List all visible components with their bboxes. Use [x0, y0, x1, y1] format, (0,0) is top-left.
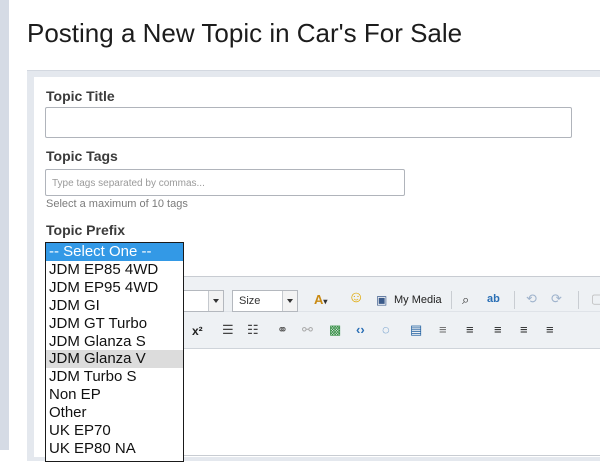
prefix-option[interactable]: -- Select One -- — [46, 243, 183, 261]
find-icon[interactable]: ⌕ — [462, 293, 469, 307]
prefix-option[interactable]: JDM EP95 4WD — [46, 279, 183, 297]
undo-icon[interactable]: ⟲ — [526, 292, 537, 306]
image-icon[interactable]: ▩ — [329, 323, 341, 337]
prefix-option[interactable]: UK EP80 NA — [46, 440, 183, 458]
prefix-option[interactable]: JDM GI — [46, 297, 183, 315]
prefix-option[interactable]: JDM EP85 4WD — [46, 261, 183, 279]
link-icon[interactable]: ⚭ — [277, 323, 288, 337]
font-color-icon[interactable]: A▾ — [314, 293, 327, 309]
size-combo-label: Size — [239, 295, 261, 307]
size-combo[interactable]: Size — [232, 290, 298, 312]
align-right-icon[interactable]: ≡ — [546, 323, 554, 337]
align-left-icon[interactable]: ≡ — [494, 323, 502, 337]
toolbar-separator — [514, 291, 515, 309]
topic-prefix-label: Topic Prefix — [46, 222, 126, 238]
prefix-option[interactable]: Other — [46, 404, 183, 422]
prefix-option[interactable]: UK EP70 — [46, 422, 183, 440]
spoiler-icon[interactable]: ▤ — [410, 323, 422, 337]
toolbar-separator — [451, 291, 452, 309]
left-border-strip — [0, 0, 9, 450]
tags-placeholder: Type tags separated by commas... — [52, 178, 205, 189]
spellcheck-icon[interactable]: ab — [487, 292, 500, 306]
numbered-list-icon[interactable]: ☷ — [247, 323, 259, 337]
topic-title-input[interactable] — [45, 107, 572, 138]
prefix-option[interactable]: JDM Glanza S — [46, 333, 183, 351]
prefix-option[interactable]: JDM Turbo S — [46, 368, 183, 386]
bullet-list-icon[interactable]: ☰ — [222, 323, 234, 337]
my-media-button[interactable]: My Media — [394, 294, 442, 306]
indent-icon[interactable]: ≡ — [466, 323, 474, 337]
outdent-icon[interactable]: ≡ — [439, 323, 447, 337]
redo-icon[interactable]: ⟳ — [551, 292, 562, 306]
prefix-option[interactable]: JDM Glanza V — [46, 350, 183, 369]
topic-tags-label: Topic Tags — [46, 148, 118, 164]
chevron-down-icon — [208, 291, 223, 311]
topic-title-label: Topic Title — [46, 88, 115, 104]
prefix-option[interactable]: JDM GT Turbo — [46, 315, 183, 333]
unlink-icon[interactable]: ⚯ — [302, 323, 313, 337]
smiley-icon[interactable]: ☺ — [348, 290, 364, 306]
toolbar-separator — [578, 291, 579, 309]
page-title: Posting a New Topic in Car's For Sale — [27, 18, 463, 48]
prefix-option[interactable]: Non EP — [46, 386, 183, 404]
topic-prefix-dropdown[interactable]: -- Select One -- JDM EP85 4WD JDM EP95 4WD… — [45, 242, 184, 462]
chevron-down-icon — [282, 291, 297, 311]
tags-hint: Select a maximum of 10 tags — [46, 198, 188, 210]
source-icon[interactable]: ▢ — [591, 292, 600, 306]
align-center-icon[interactable]: ≡ — [520, 323, 528, 337]
superscript-button[interactable]: x² — [192, 324, 203, 338]
media-icon[interactable]: ▣ — [376, 293, 387, 307]
code-icon[interactable]: ‹› — [356, 323, 365, 337]
quote-icon[interactable]: ◌ — [382, 323, 390, 337]
topic-tags-input[interactable]: Type tags separated by commas... — [45, 169, 405, 196]
